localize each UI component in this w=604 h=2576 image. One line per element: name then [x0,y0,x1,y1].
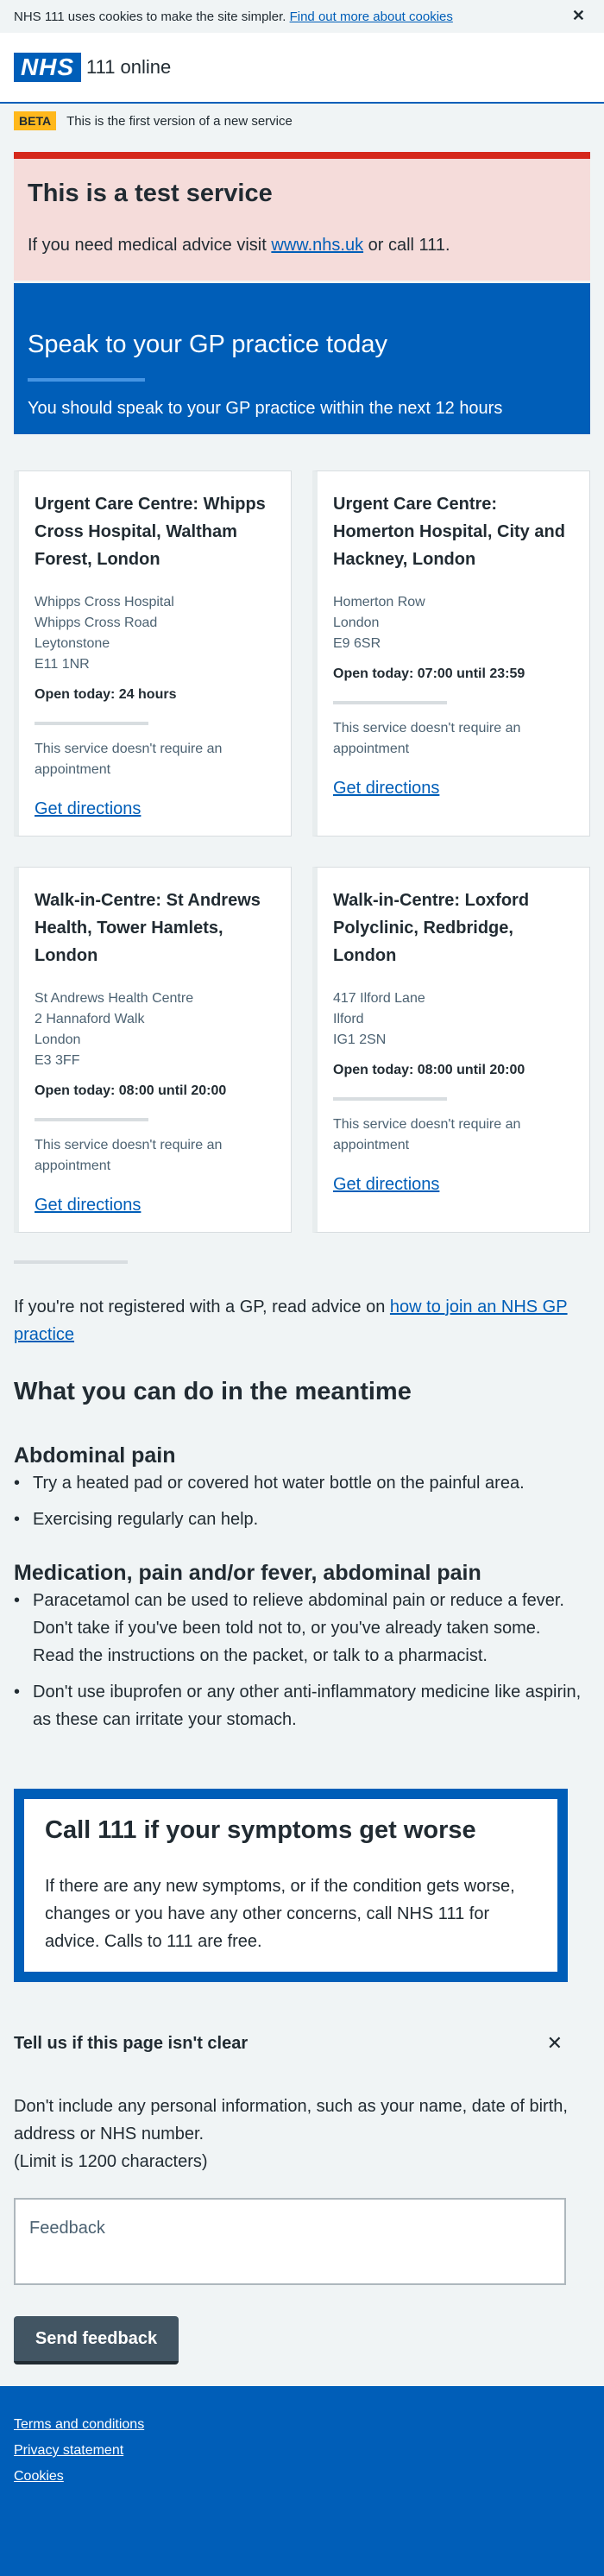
service-address: St Andrews Health Centre 2 Hannaford Walk… [35,991,194,1068]
feedback-title: Tell us if this page isn't clear [14,2034,249,2053]
service-name: Urgent Care Centre: Whipps Cross Hospita… [35,495,266,569]
nhs-logo[interactable]: NHS [14,53,81,82]
service-name: Walk-in-Centre: Loxford Polyclinic, Redb… [333,891,530,965]
appointment-note: This service doesn't require an appointm… [333,721,521,756]
nhs-website-link[interactable]: www.nhs.uk [271,236,363,255]
service-name: Urgent Care Centre: Homerton Hospital, C… [333,495,565,569]
test-service-title: This is a test service [28,180,273,207]
test-service-text: If you need medical advice visit www.nhs… [28,236,450,255]
list-item: Exercising regularly can help. [14,1506,583,1533]
cookies-link[interactable]: Cookies [14,2469,590,2484]
gp-panel-title: Speak to your GP practice today [28,331,387,358]
close-icon[interactable]: ✕ [572,7,585,25]
feedback-help-text: Don't include any personal information, … [14,2097,568,2171]
gp-panel-divider [28,378,145,382]
beta-text: This is the first version of a new servi… [66,113,293,129]
get-directions-link[interactable]: Get directions [333,1175,439,1195]
call-111-card: Call 111 if your symptoms get worse If t… [14,1789,568,1982]
service-name: Walk-in-Centre: St Andrews Health, Tower… [35,891,261,965]
service-address: 417 Ilford Lane Ilford IG1 2SN [333,991,425,1047]
close-icon[interactable]: ✕ [547,2032,563,2055]
card-divider [35,722,148,725]
care-advice-heading: Medication, pain and/or fever, abdominal… [14,1561,481,1585]
privacy-link[interactable]: Privacy statement [14,2443,590,2459]
feedback-input[interactable] [14,2198,566,2285]
cookie-info-link[interactable]: Find out more about cookies [290,9,453,24]
call-111-title: Call 111 if your symptoms get worse [45,1816,476,1844]
terms-link[interactable]: Terms and conditions [14,2417,590,2433]
gp-registration-note: If you're not registered with a GP, read… [14,1297,568,1344]
appointment-note: This service doesn't require an appointm… [35,1138,223,1173]
cookie-banner-text: NHS 111 uses cookies to make the site si… [14,9,286,24]
list-item: Paracetamol can be used to relieve abdom… [14,1587,583,1670]
get-directions-link[interactable]: Get directions [333,779,439,799]
gp-care-advice-panel: Speak to your GP practice today You shou… [14,283,590,434]
opening-hours: Open today: 24 hours [35,687,177,702]
service-address: Whipps Cross Hospital Whipps Cross Road Le… [35,595,174,672]
beta-banner: BETA This is the first version of a new … [0,104,604,138]
section-divider [14,1260,128,1264]
card-divider [333,701,447,704]
appointment-note: This service doesn't require an appointm… [333,1117,521,1152]
get-directions-link[interactable]: Get directions [35,799,141,819]
card-divider [333,1097,447,1101]
service-card: Urgent Care Centre: Whipps Cross Hospita… [14,470,292,837]
beta-tag: BETA [14,111,57,130]
call-111-text: If there are any new symptoms, or if the… [45,1877,515,1951]
appointment-note: This service doesn't require an appointm… [35,742,223,777]
service-card: Walk-in-Centre: St Andrews Health, Tower… [14,867,292,1233]
send-feedback-button[interactable]: Send feedback [14,2316,179,2364]
opening-hours: Open today: 08:00 until 20:00 [35,1083,227,1098]
site-header: NHS 111 online [0,33,604,104]
feedback-panel: Tell us if this page isn't clear ✕ Don't… [0,1999,604,2386]
site-footer: Terms and conditions Privacy statement C… [0,2386,604,2576]
opening-hours: Open today: 08:00 until 20:00 [333,1063,525,1077]
list-item: Try a heated pad or covered hot water bo… [14,1469,583,1497]
cookie-banner: NHS 111 uses cookies to make the site si… [0,0,604,33]
service-card: Urgent Care Centre: Homerton Hospital, C… [312,470,590,837]
test-service-panel: This is a test service If you need medic… [14,152,590,281]
list-item: Don't use ibuprofen or any other anti-in… [14,1678,583,1733]
care-advice-list: Paracetamol can be used to relieve abdom… [14,1587,583,1742]
meantime-heading: What you can do in the meantime [14,1378,412,1405]
care-advice-list: Try a heated pad or covered hot water bo… [14,1469,583,1542]
service-address: Homerton Row London E9 6SR [333,595,425,651]
site-name: 111 online [86,56,172,78]
opening-hours: Open today: 07:00 until 23:59 [333,666,525,681]
get-directions-link[interactable]: Get directions [35,1196,141,1215]
card-divider [35,1118,148,1121]
service-card: Walk-in-Centre: Loxford Polyclinic, Redb… [312,867,590,1233]
gp-panel-text: You should speak to your GP practice wit… [28,399,503,418]
care-advice-heading: Abdominal pain [14,1443,176,1468]
